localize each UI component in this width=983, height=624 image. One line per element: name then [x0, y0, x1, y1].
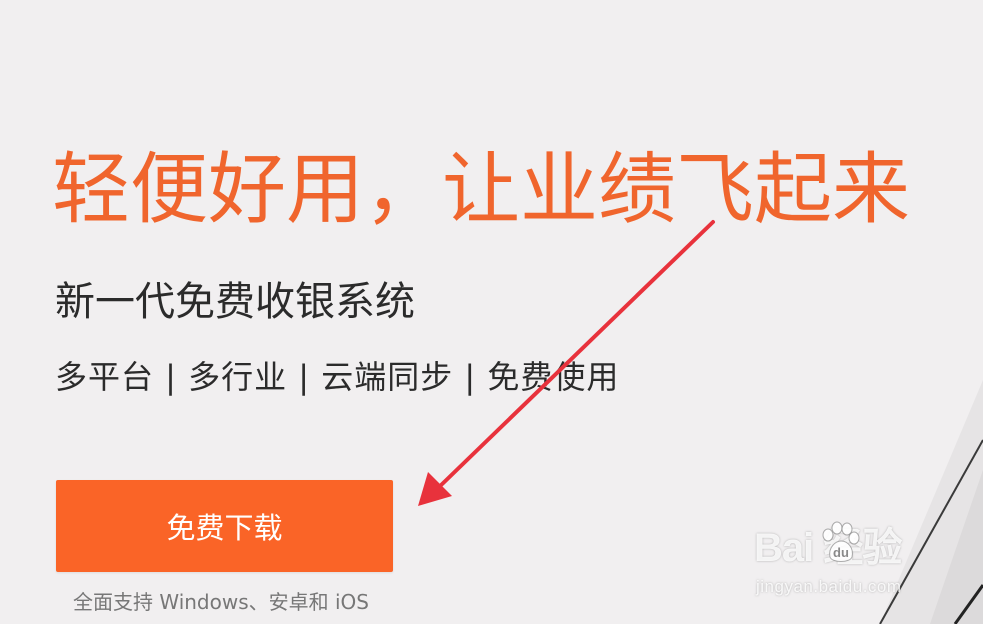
- baidu-jingyan-watermark: Bai 经验 du jingyan.baidu.com: [754, 515, 936, 605]
- hero-subtitle: 新一代免费收银系统: [55, 279, 415, 325]
- platform-support-note: 全面支持 Windows、安卓和 iOS: [73, 590, 369, 614]
- free-download-button[interactable]: 免费下载: [56, 480, 393, 572]
- watermark-url: jingyan.baidu.com: [756, 577, 902, 596]
- hero-title: 轻便好用，让业绩飞起来: [52, 145, 911, 235]
- feature-list: 多平台 | 多行业 | 云端同步 | 免费使用: [55, 358, 620, 396]
- baidu-paw-icon: du: [822, 521, 860, 562]
- free-download-label: 免费下载: [166, 511, 283, 545]
- svg-text:du: du: [833, 545, 849, 560]
